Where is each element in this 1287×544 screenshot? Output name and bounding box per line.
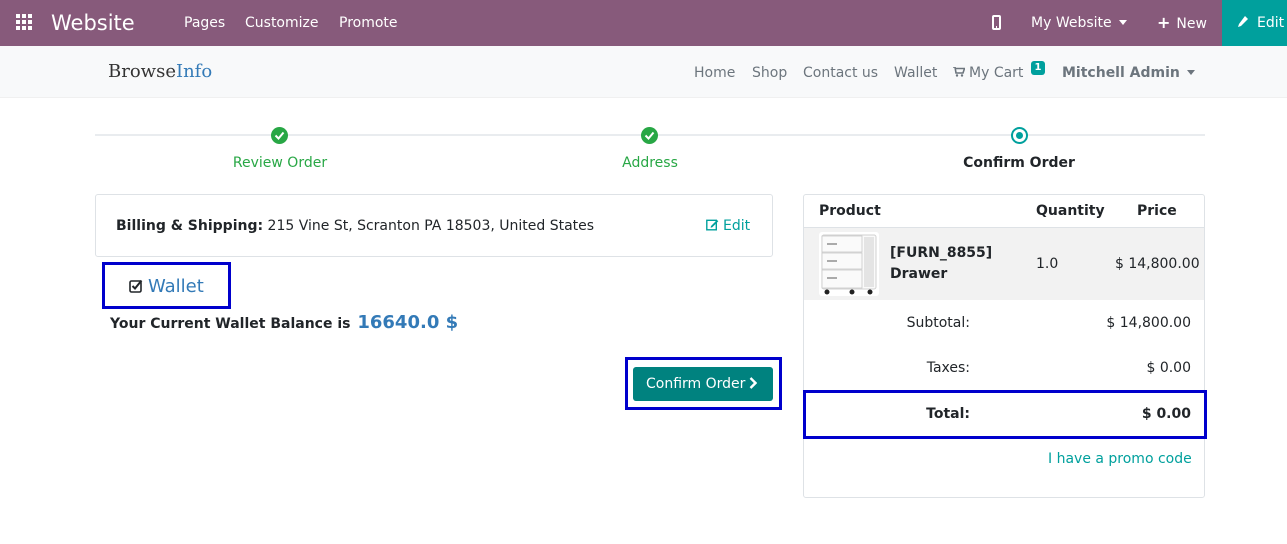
edit-button[interactable]: Edit <box>1222 0 1287 46</box>
nav-shop[interactable]: Shop <box>752 64 787 82</box>
logo-text-1: Browse <box>108 61 176 82</box>
nav-my-cart[interactable]: My Cart <box>953 64 1023 82</box>
edit-icon <box>706 219 719 230</box>
product-name: [FURN_8855] Drawer <box>890 243 992 285</box>
wallet-option-label: Wallet <box>148 276 204 297</box>
menu-promote[interactable]: Promote <box>339 14 398 32</box>
billing-label: Billing & Shipping: <box>116 218 264 234</box>
billing-edit-label: Edit <box>723 218 751 234</box>
mobile-preview-icon[interactable] <box>992 15 1001 30</box>
cart-count-badge: 1 <box>1031 61 1045 75</box>
taxes-value: $ 0.00 <box>1146 360 1191 376</box>
promo-code-link[interactable]: I have a promo code <box>1048 450 1192 468</box>
new-button[interactable]: + New <box>1157 14 1207 33</box>
caret-down-icon <box>1118 19 1127 25</box>
taxes-label: Taxes: <box>926 360 970 376</box>
step-confirm-order: Confirm Order <box>963 155 1075 171</box>
logo[interactable]: BrowseInfo <box>108 61 212 83</box>
wallet-balance-amount: 16640.0 $ <box>357 312 459 333</box>
total-label: Total: <box>926 406 970 422</box>
chevron-right-icon <box>750 376 758 389</box>
drawer-product-image <box>819 232 879 296</box>
wallet-balance: Your Current Wallet Balance is 16640.0 $ <box>110 312 458 335</box>
apps-grid-icon[interactable] <box>16 14 34 32</box>
my-cart-label: My Cart <box>969 65 1024 81</box>
confirm-order-button[interactable]: Confirm Order <box>633 367 773 401</box>
edit-button-label: Edit <box>1257 15 1285 31</box>
website-selector[interactable]: My Website <box>1031 14 1127 32</box>
wallet-option[interactable]: Wallet <box>102 262 231 309</box>
product-price: $ 14,800.00 <box>1115 256 1200 272</box>
subtotal-value: $ 14,800.00 <box>1106 315 1191 331</box>
user-name: Mitchell Admin <box>1062 65 1180 81</box>
shopping-cart-icon <box>953 66 965 77</box>
new-button-label: New <box>1176 16 1207 32</box>
header-price: Price <box>1137 203 1177 219</box>
step-address[interactable]: Address <box>550 154 750 172</box>
product-quantity: 1.0 <box>1036 256 1059 272</box>
step-confirm-current-icon <box>1011 127 1028 144</box>
confirm-order-label: Confirm Order <box>646 376 746 392</box>
admin-topbar: Website Pages Customize Promote My Websi… <box>0 0 1287 46</box>
menu-customize[interactable]: Customize <box>245 14 319 32</box>
pencil-icon <box>1238 16 1248 27</box>
website-selector-label: My Website <box>1031 15 1112 31</box>
nav-wallet[interactable]: Wallet <box>894 64 937 82</box>
product-title: Drawer <box>890 266 948 282</box>
billing-address-text: Billing & Shipping: 215 Vine St, Scranto… <box>116 217 594 235</box>
nav-contact-us[interactable]: Contact us <box>803 64 878 82</box>
step-review-done-icon <box>271 127 288 144</box>
product-code: [FURN_8855] <box>890 245 993 261</box>
wallet-balance-text: Your Current Wallet Balance is <box>110 316 351 332</box>
checkbox-checked-icon[interactable] <box>129 279 143 293</box>
website-navbar: BrowseInfo Home Shop Contact us Wallet M… <box>0 46 1287 98</box>
billing-edit-link[interactable]: Edit <box>706 217 750 235</box>
subtotal-label: Subtotal: <box>906 315 970 331</box>
total-value: $ 0.00 <box>1141 406 1191 422</box>
step-address-done-icon <box>641 127 658 144</box>
billing-address: 215 Vine St, Scranton PA 18503, United S… <box>267 218 595 234</box>
plus-icon: + <box>1157 13 1171 32</box>
nav-home[interactable]: Home <box>694 64 735 82</box>
caret-down-icon <box>1186 69 1195 75</box>
logo-text-2: Info <box>175 61 213 82</box>
app-title: Website <box>51 11 135 35</box>
header-quantity: Quantity <box>1036 203 1105 219</box>
menu-pages[interactable]: Pages <box>184 14 225 32</box>
billing-shipping-card: Billing & Shipping: 215 Vine St, Scranto… <box>95 194 773 257</box>
header-product: Product <box>819 203 881 219</box>
step-review-order[interactable]: Review Order <box>180 154 380 172</box>
user-menu[interactable]: Mitchell Admin <box>1062 64 1195 82</box>
